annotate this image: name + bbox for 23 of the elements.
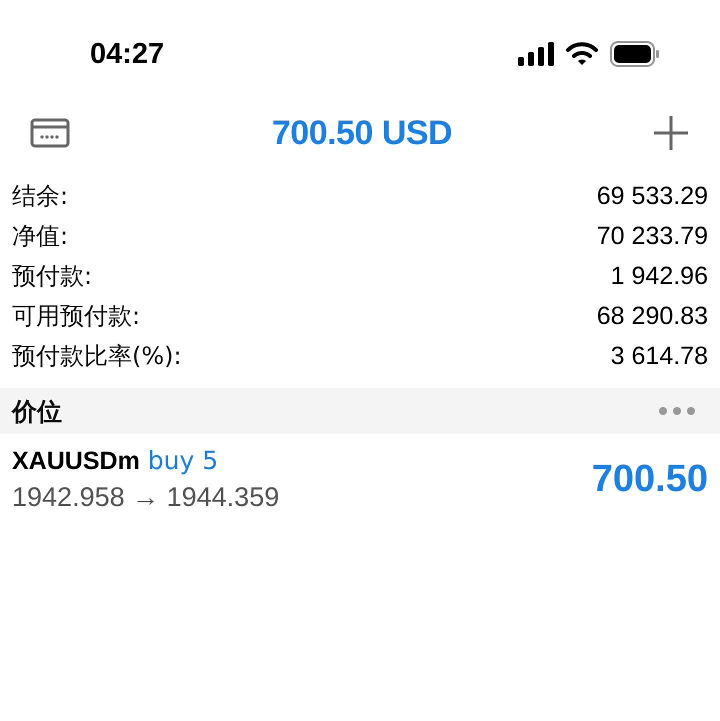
- plus-icon[interactable]: [654, 116, 688, 150]
- price-change: 1942.958 → 1944.359: [12, 482, 280, 513]
- battery-icon: [610, 41, 660, 67]
- profit-value: 700.50: [592, 458, 708, 501]
- summary-value: 1 942.96: [610, 262, 708, 290]
- symbol-name: XAUUSDm: [12, 447, 140, 476]
- balance-title: 700.50 USD: [272, 114, 452, 152]
- summary-label: 结余:: [12, 181, 68, 212]
- order-side: buy 5: [148, 446, 218, 475]
- signal-icon: [518, 42, 554, 66]
- card-icon[interactable]: [30, 118, 70, 148]
- summary-label: 预付款:: [12, 261, 92, 292]
- summary-value: 69 533.29: [596, 182, 708, 210]
- summary-label: 预付款比率(%):: [12, 341, 182, 372]
- wifi-icon: [566, 42, 598, 66]
- summary-label: 净值:: [12, 221, 68, 252]
- more-icon[interactable]: [658, 406, 696, 416]
- summary-value: 3 614.78: [610, 342, 708, 370]
- clock-time: 04:27: [90, 38, 164, 70]
- section-title: 价位: [12, 396, 62, 428]
- summary-value: 70 233.79: [596, 222, 708, 250]
- summary-label: 可用预付款:: [12, 301, 140, 332]
- summary-value: 68 290.83: [596, 302, 708, 330]
